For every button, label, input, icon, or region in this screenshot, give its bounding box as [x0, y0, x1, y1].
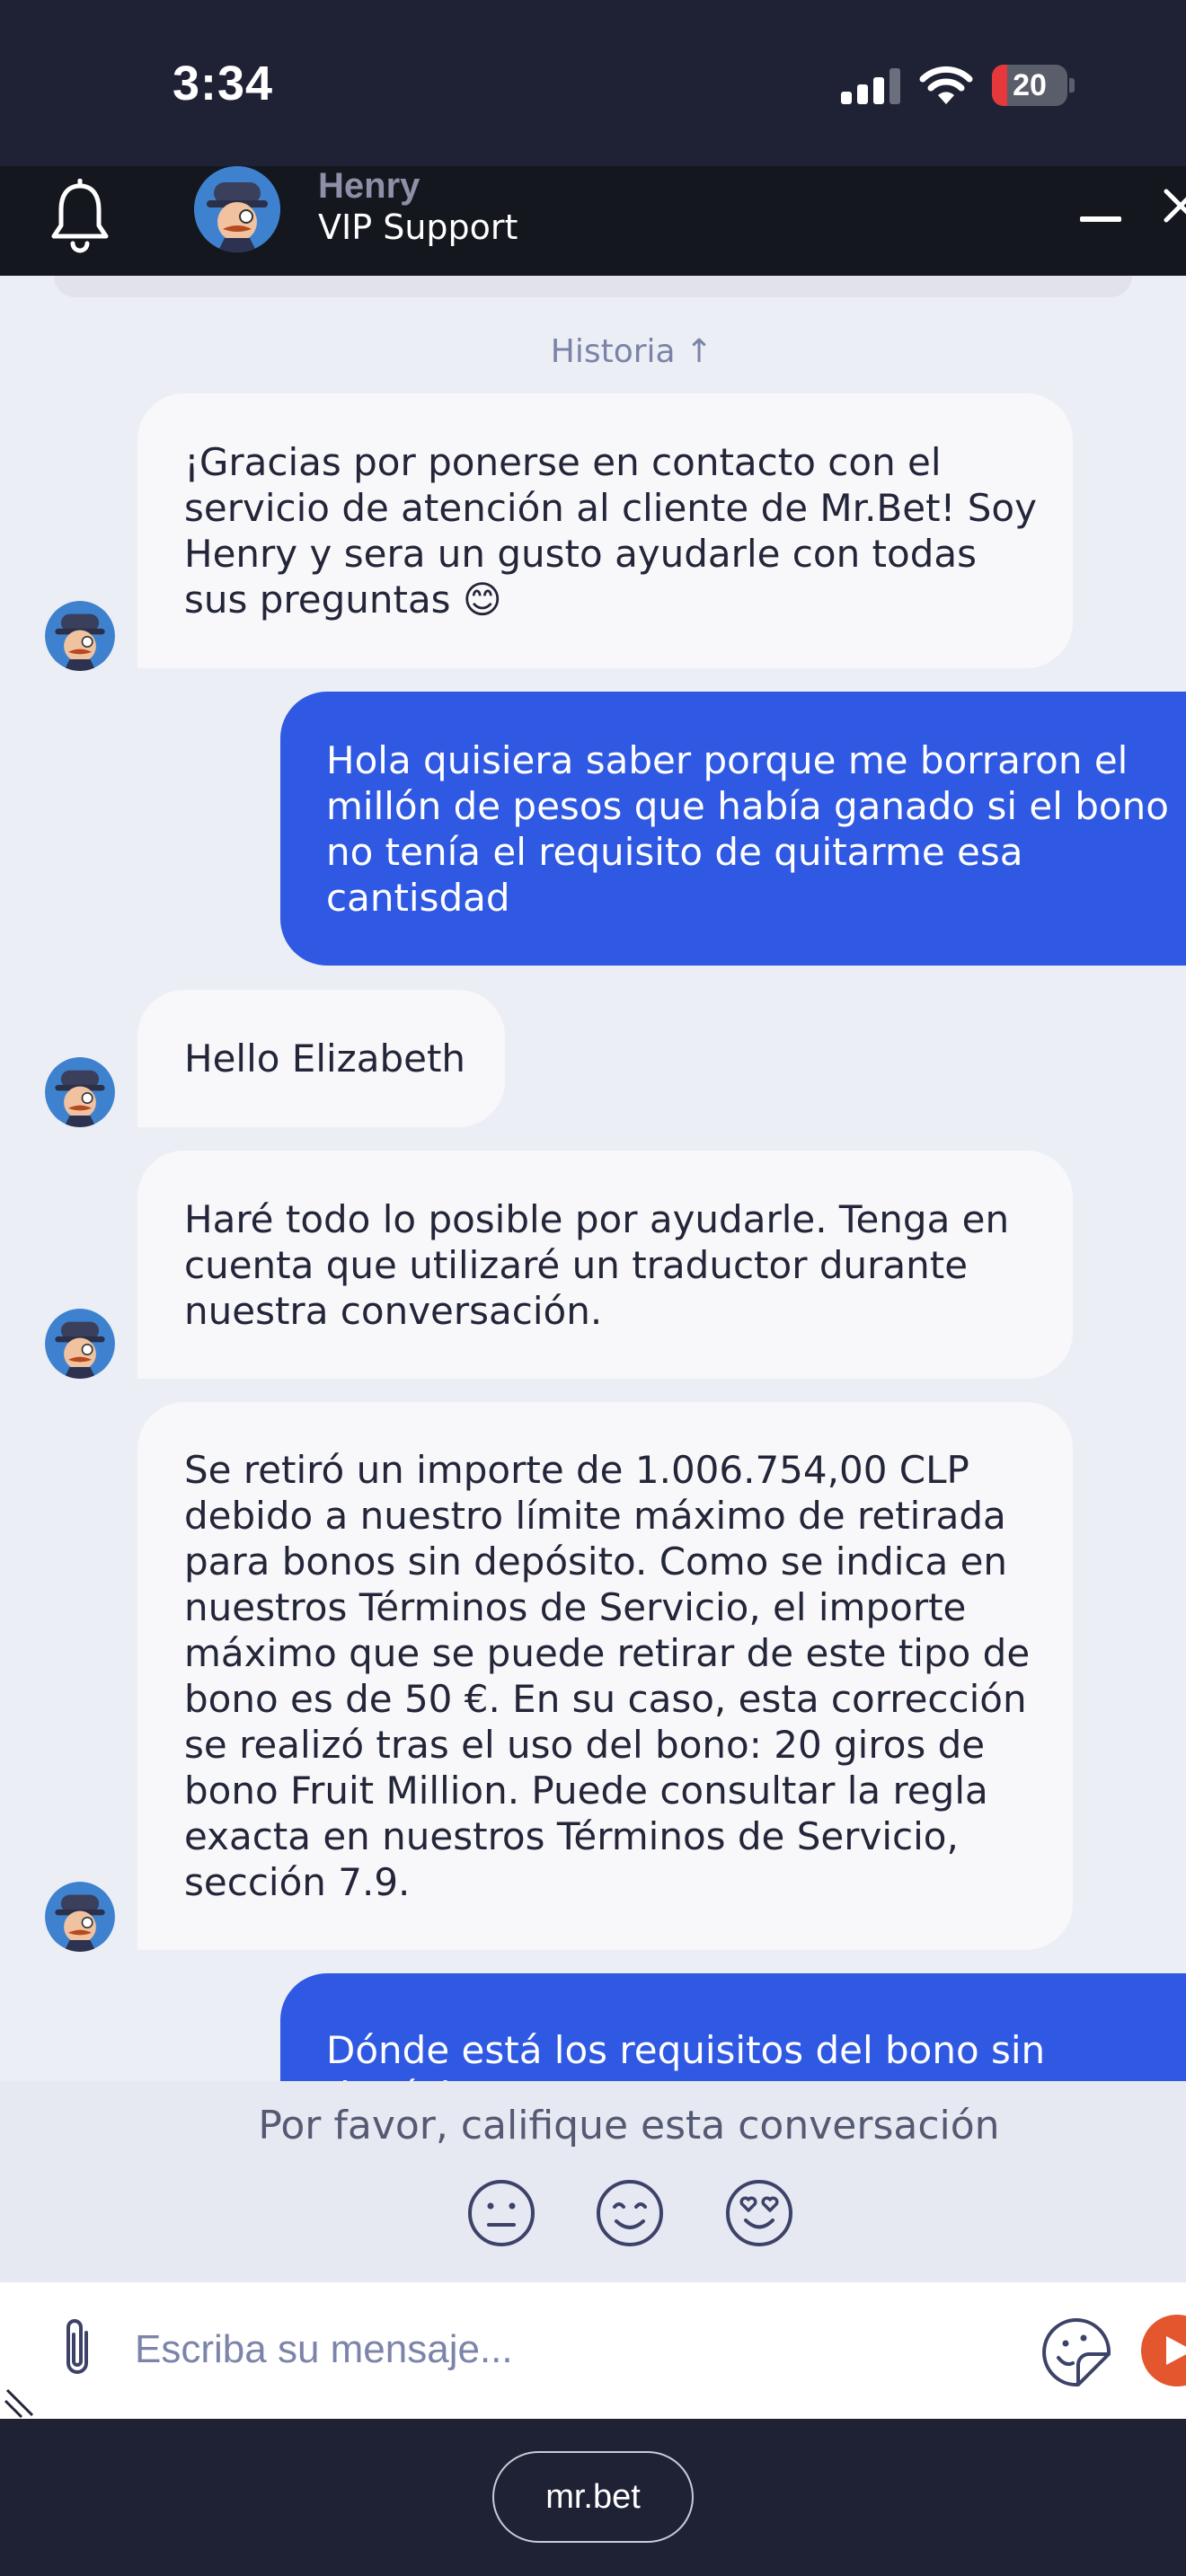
user-message: Hola quisiera saber porque me borraron e…	[280, 692, 1186, 966]
agent-name: Henry	[318, 166, 420, 206]
cellular-signal-icon	[841, 68, 900, 104]
user-message: Dónde está los requisitos del bono sin d…	[280, 1973, 1186, 2081]
resize-handle-icon[interactable]	[2, 2379, 41, 2419]
smile-face-icon[interactable]	[595, 2178, 665, 2248]
agent-message: Hello Elizabeth	[137, 990, 505, 1127]
message-input[interactable]	[135, 2300, 1024, 2399]
battery-percent: 20	[1013, 68, 1047, 102]
bell-icon[interactable]	[47, 179, 113, 256]
agent-avatar-small	[45, 1057, 115, 1127]
history-link[interactable]: Historia ↑	[0, 333, 1186, 370]
url-bar[interactable]: mr.bet	[492, 2451, 694, 2543]
message-composer	[0, 2282, 1186, 2419]
agent-message: Se retiró un importe de 1.006.754,00 CLP…	[137, 1402, 1073, 1950]
heart-eyes-face-icon[interactable]	[724, 2178, 794, 2248]
agent-message: Haré todo lo posible por ayudarle. Tenga…	[137, 1151, 1073, 1379]
status-bar: 3:34 20	[0, 0, 1186, 166]
neutral-face-icon[interactable]	[466, 2178, 536, 2248]
paperclip-icon[interactable]	[52, 2315, 102, 2383]
close-icon[interactable]	[1163, 188, 1186, 224]
minimize-icon[interactable]	[1080, 216, 1121, 222]
agent-avatar-small	[45, 1309, 115, 1379]
rating-panel: Por favor, califique esta conversación	[0, 2081, 1186, 2282]
agent-avatar-small	[45, 1882, 115, 1952]
status-time: 3:34	[173, 57, 274, 110]
rating-prompt: Por favor, califique esta conversación	[258, 2103, 1000, 2148]
agent-message: ¡Gracias por ponerse en contacto con el …	[137, 393, 1073, 668]
sticker-icon[interactable]	[1039, 2315, 1114, 2390]
wifi-icon	[919, 66, 973, 104]
agent-avatar-small	[45, 601, 115, 671]
agent-avatar	[194, 166, 280, 252]
chat-header: Henry VIP Support	[0, 166, 1186, 276]
browser-bar: mr.bet	[0, 2419, 1186, 2576]
battery-icon: 20	[992, 65, 1075, 106]
send-button[interactable]	[1141, 2315, 1186, 2386]
send-arrow-icon	[1166, 2336, 1186, 2365]
agent-role: VIP Support	[318, 207, 518, 247]
chat-area[interactable]: Historia ↑ ¡Gracias por ponerse en conta…	[0, 276, 1186, 2081]
